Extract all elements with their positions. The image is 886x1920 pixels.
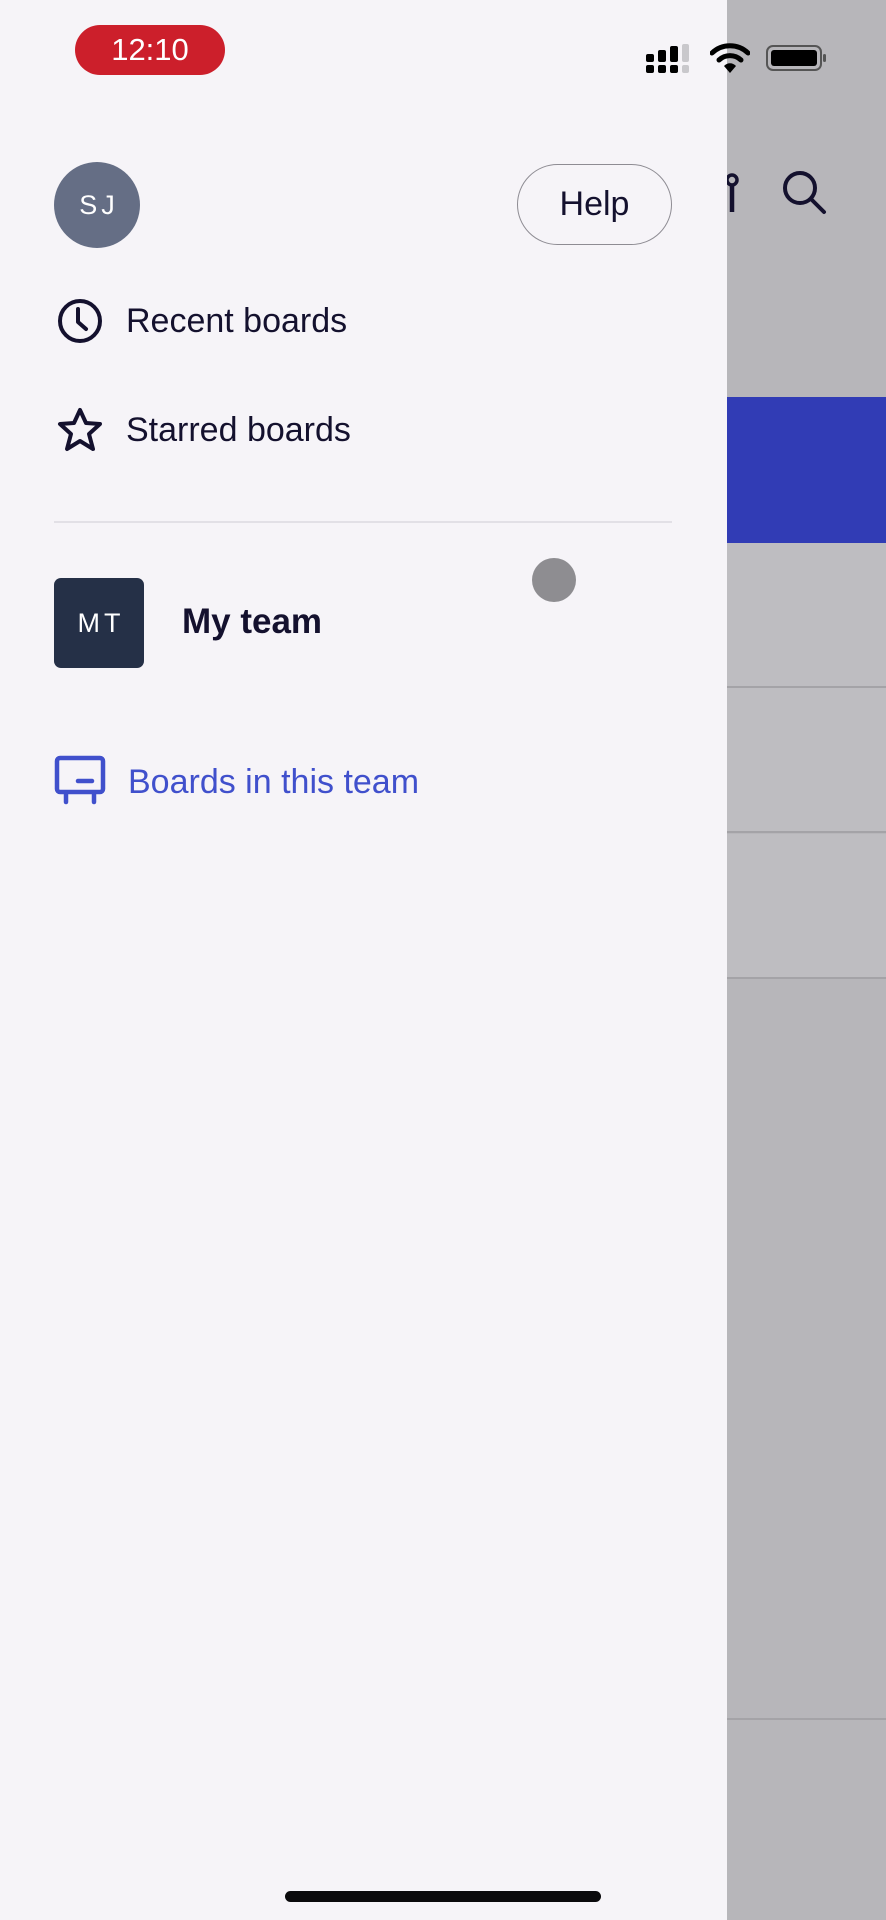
list-item[interactable] bbox=[700, 543, 886, 688]
menu-item-label: Starred boards bbox=[126, 410, 351, 449]
cellular-signal-icon bbox=[646, 44, 689, 73]
team-name[interactable]: My team bbox=[182, 602, 322, 642]
tab-bar-divider bbox=[700, 1718, 886, 1720]
star-icon bbox=[54, 404, 106, 456]
help-button[interactable]: Help bbox=[517, 164, 672, 245]
user-avatar[interactable]: SJ bbox=[54, 162, 140, 248]
battery-icon bbox=[766, 45, 826, 71]
touch-indicator bbox=[532, 558, 576, 602]
banner[interactable] bbox=[700, 397, 886, 543]
boards-in-this-team-label: Boards in this team bbox=[128, 762, 420, 801]
list-item[interactable] bbox=[700, 688, 886, 833]
menu-item-starred-boards[interactable]: Starred boards bbox=[54, 400, 672, 460]
boards-in-this-team-link[interactable]: Boards in this team bbox=[54, 752, 419, 812]
divider bbox=[54, 521, 672, 523]
search-icon[interactable] bbox=[780, 168, 830, 218]
team-avatar[interactable]: MT bbox=[54, 578, 144, 668]
list-item[interactable] bbox=[700, 834, 886, 979]
status-time: 12:10 bbox=[75, 25, 225, 75]
clock-icon bbox=[54, 295, 106, 347]
status-icons bbox=[646, 40, 836, 76]
board-icon bbox=[54, 755, 106, 810]
home-indicator[interactable] bbox=[285, 1891, 601, 1902]
menu-item-label: Recent boards bbox=[126, 301, 348, 340]
wifi-icon bbox=[710, 43, 750, 73]
navigation-drawer: SJ Help Recent boards Starred boards MT … bbox=[0, 0, 727, 1920]
menu-item-recent-boards[interactable]: Recent boards bbox=[54, 291, 672, 351]
